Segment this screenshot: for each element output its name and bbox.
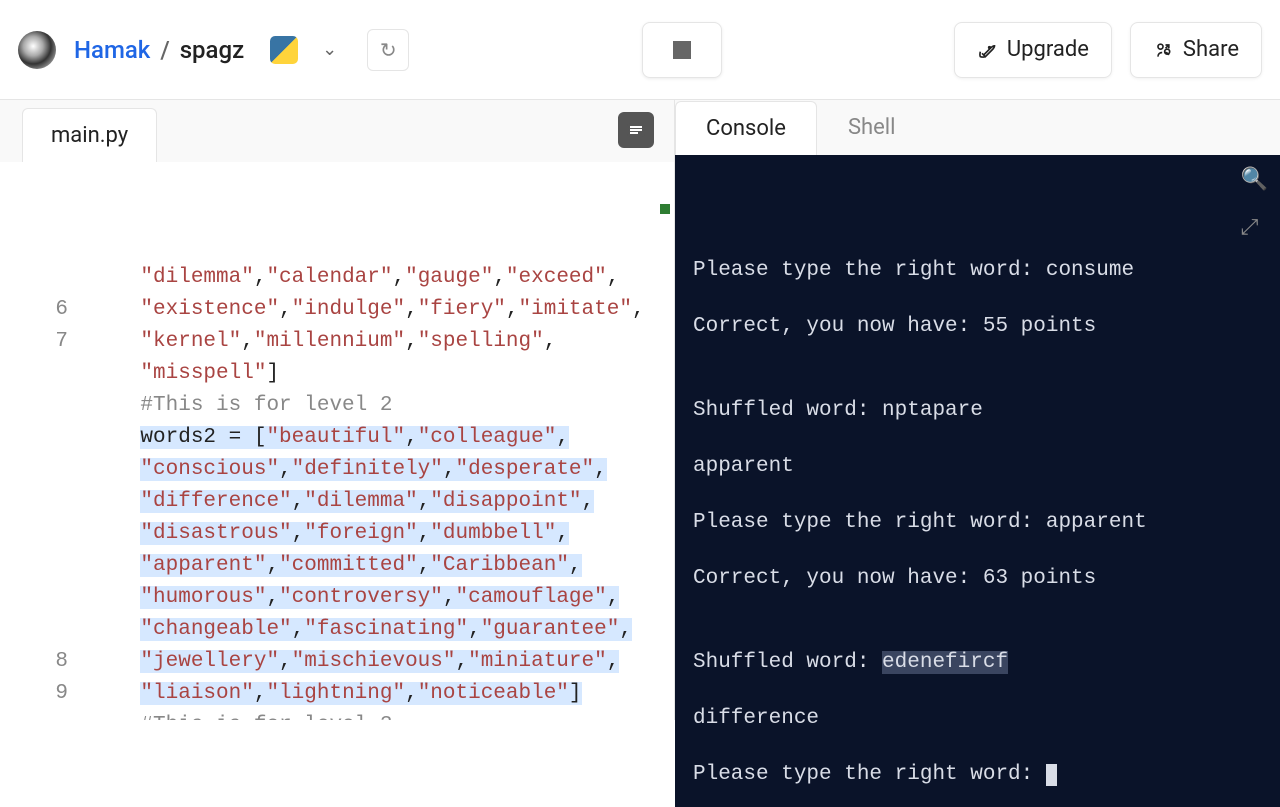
stop-icon: [673, 41, 691, 59]
share-icon: [1153, 40, 1173, 60]
stop-button[interactable]: [642, 22, 722, 78]
list-icon: [627, 123, 645, 137]
history-button[interactable]: ↻: [367, 29, 409, 71]
replit-logo-icon[interactable]: [18, 31, 56, 69]
output-tabs: Console Shell: [675, 100, 1280, 155]
breadcrumb-separator: /: [160, 36, 169, 64]
upgrade-button[interactable]: Upgrade: [954, 22, 1112, 78]
search-icon[interactable]: 🔍: [1241, 167, 1268, 195]
project-name[interactable]: spagz: [180, 36, 244, 64]
expand-icon[interactable]: ⤢: [1241, 215, 1268, 243]
fold-button[interactable]: [618, 112, 654, 148]
console-output[interactable]: 🔍 ⤢ Please type the right word: consume …: [675, 155, 1280, 807]
console-toolbar: 🔍 ⤢: [1241, 167, 1268, 243]
chevron-down-icon[interactable]: ⌄: [316, 39, 343, 60]
python-icon: [270, 36, 298, 64]
rocket-icon: [977, 40, 997, 60]
minimap-mark: [660, 204, 670, 214]
editor-tabs: main.py: [0, 100, 674, 162]
breadcrumb: Hamak / spagz: [74, 36, 244, 64]
line-numbers: 67 89: [0, 166, 90, 720]
tab-console[interactable]: Console: [675, 101, 817, 155]
output-pane: Console Shell 🔍 ⤢ Please type the right …: [675, 100, 1280, 720]
main: main.py 67 89 "dilemma","calendar","gaug…: [0, 100, 1280, 720]
editor-pane: main.py 67 89 "dilemma","calendar","gaug…: [0, 100, 675, 720]
header: Hamak / spagz ⌄ ↻ Upgrade Share: [0, 0, 1280, 100]
owner-link[interactable]: Hamak: [74, 36, 150, 64]
tab-file[interactable]: main.py: [22, 108, 157, 162]
code-editor[interactable]: 67 89 "dilemma","calendar","gauge","exce…: [0, 162, 674, 720]
share-button[interactable]: Share: [1130, 22, 1262, 78]
tab-shell[interactable]: Shell: [817, 100, 927, 155]
upgrade-label: Upgrade: [1007, 37, 1089, 62]
code-content[interactable]: "dilemma","calendar","gauge","exceed", "…: [90, 166, 674, 720]
share-label: Share: [1183, 37, 1239, 62]
